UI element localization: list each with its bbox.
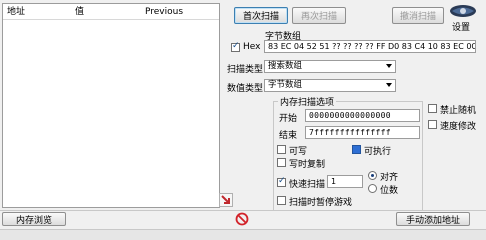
pause-game-checkbox[interactable]	[277, 196, 286, 205]
executable-checkbox[interactable]	[352, 145, 361, 154]
settings-logo-icon[interactable]	[448, 3, 478, 19]
scan-type-label: 扫描类型	[227, 65, 264, 75]
chevron-down-icon	[386, 83, 392, 87]
executable-label: 可执行	[364, 147, 392, 157]
add-selected-arrow-icon[interactable]	[219, 193, 233, 207]
column-value[interactable]: 值	[71, 4, 141, 19]
settings-label[interactable]: 设置	[452, 20, 470, 33]
no-entry-icon[interactable]	[235, 212, 249, 226]
speedhack-checkbox[interactable]	[428, 120, 437, 129]
speedhack-label: 速度修改	[440, 122, 477, 132]
scan-type-select[interactable]: 搜索数组	[264, 60, 396, 73]
value-type-select[interactable]: 字节数组	[264, 79, 396, 92]
value-type-label: 数值类型	[227, 84, 264, 94]
first-scan-button[interactable]: 首次扫描	[234, 7, 288, 24]
disable-random-checkbox[interactable]	[428, 104, 437, 113]
add-address-manually-button[interactable]: 手动添加地址	[396, 212, 470, 226]
writable-label: 可写	[289, 147, 308, 157]
results-list[interactable]: 地址 值 Previous	[2, 3, 220, 208]
bottom-divider	[0, 210, 486, 211]
next-scan-button[interactable]: 再次扫描	[292, 7, 346, 24]
address-list-area[interactable]	[0, 229, 486, 240]
column-previous[interactable]: Previous	[141, 4, 219, 19]
results-list-header: 地址 值 Previous	[3, 4, 219, 20]
start-label: 开始	[279, 114, 298, 124]
align-radio[interactable]	[368, 171, 377, 180]
scan-type-value: 搜索数组	[268, 61, 303, 71]
chevron-down-icon	[386, 64, 392, 68]
copy-on-write-checkbox[interactable]	[277, 158, 286, 167]
pause-game-label: 扫描时暂停游戏	[289, 198, 353, 208]
fast-scan-alignment-input[interactable]: 1	[327, 175, 363, 188]
memory-view-button[interactable]: 内存浏览	[2, 212, 66, 226]
undo-scan-button[interactable]: 撤消扫描	[392, 7, 444, 24]
disable-random-label: 禁止随机	[440, 106, 477, 116]
value-type-value: 字节数组	[268, 80, 303, 90]
scan-value-input[interactable]: 83 EC 04 52 51 ?? ?? ?? ?? FF D0 83 C4 1…	[264, 40, 476, 53]
last-digits-label: 位数	[380, 186, 399, 196]
fast-scan-label: 快速扫描	[289, 180, 326, 190]
last-digits-radio[interactable]	[368, 184, 377, 193]
end-address-input[interactable]: 7fffffffffffffff	[305, 126, 420, 139]
align-label: 对齐	[380, 173, 399, 183]
hex-checkbox[interactable]	[231, 41, 240, 52]
hex-label: Hex	[243, 42, 261, 52]
start-address-input[interactable]: 0000000000000000	[305, 109, 420, 122]
fast-scan-checkbox[interactable]	[277, 176, 286, 187]
memory-options-title: 内存扫描选项	[278, 95, 337, 108]
end-label: 结束	[279, 131, 298, 141]
writable-checkbox[interactable]	[277, 145, 286, 154]
copy-on-write-label: 写时复制	[289, 160, 326, 170]
column-address[interactable]: 地址	[3, 4, 71, 19]
